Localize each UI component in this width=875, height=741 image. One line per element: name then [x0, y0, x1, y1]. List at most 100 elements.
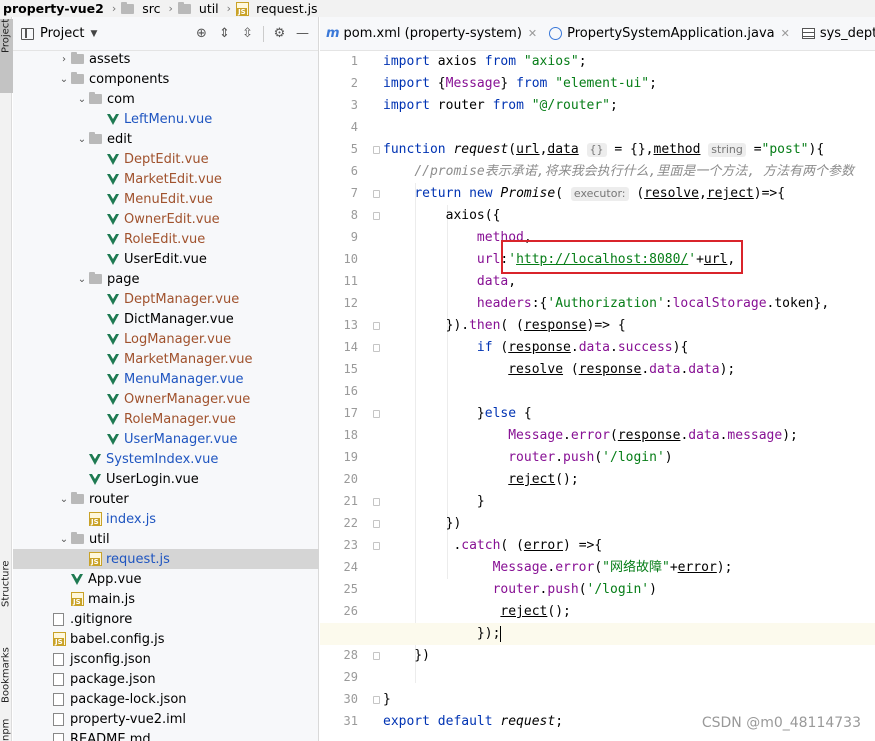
tree-item-logmanager-vue[interactable]: LogManager.vue — [13, 329, 319, 349]
close-icon[interactable]: ✕ — [528, 27, 537, 40]
tree-item-router[interactable]: ⌄ router — [13, 489, 319, 509]
tree-item-usermanager-vue[interactable]: UserManager.vue — [13, 429, 319, 449]
chevron-down-icon[interactable]: ⌄ — [57, 74, 71, 85]
fold-icon[interactable] — [373, 652, 380, 660]
tree-item-dictmanager-vue[interactable]: DictManager.vue — [13, 309, 319, 329]
tree-item-label: com — [107, 91, 135, 107]
breadcrumb-file[interactable]: request.js — [253, 1, 320, 16]
locate-icon[interactable]: ⊕ — [194, 26, 209, 41]
tree-item-deptedit-vue[interactable]: DeptEdit.vue — [13, 149, 319, 169]
tool-tab-project[interactable]: Project — [0, 19, 13, 93]
fold-icon[interactable] — [373, 322, 380, 330]
tree-item-menumanager-vue[interactable]: MenuManager.vue — [13, 369, 319, 389]
tree-item-index-js[interactable]: index.js — [13, 509, 319, 529]
tree-item-jsconfig-json[interactable]: jsconfig.json — [13, 649, 319, 669]
tree-item-leftmenu-vue[interactable]: LeftMenu.vue — [13, 109, 319, 129]
expand-all-icon[interactable]: ⇕ — [217, 26, 232, 41]
tree-item-main-js[interactable]: main.js — [13, 589, 319, 609]
fold-icon[interactable] — [373, 212, 380, 220]
chevron-down-icon[interactable]: ⌄ — [57, 534, 71, 545]
fold-icon[interactable] — [373, 498, 380, 506]
tree-item-label: property-vue2.iml — [70, 711, 186, 727]
chevron-down-icon[interactable]: ⌄ — [57, 494, 71, 505]
vue-file-icon — [107, 233, 119, 245]
tab-sys-dept[interactable]: sys_dept ✕ — [796, 17, 875, 50]
tree-item-label: OwnerEdit.vue — [124, 211, 220, 227]
tree-item-marketedit-vue[interactable]: MarketEdit.vue — [13, 169, 319, 189]
code-area[interactable]: import axios from "axios"; import {Messa… — [320, 51, 875, 741]
tree-item-app-vue[interactable]: App.vue — [13, 569, 319, 589]
tree-item-util[interactable]: ⌄ util — [13, 529, 319, 549]
code-editor[interactable]: 1 2 3 4 5 6 7 8 9 10 11 12 13 14 15 16 17 18 19 20 21 22 23 24 2… — [320, 51, 875, 741]
collapse-all-icon[interactable]: ⇳ — [240, 26, 255, 41]
tree-item-roleedit-vue[interactable]: RoleEdit.vue — [13, 229, 319, 249]
tree-item-rolemanager-vue[interactable]: RoleManager.vue — [13, 409, 319, 429]
fold-icon[interactable] — [373, 542, 380, 550]
tree-item-package-lock-json[interactable]: package-lock.json — [13, 689, 319, 709]
chevron-down-icon[interactable]: ⌄ — [75, 134, 89, 145]
breadcrumb-project[interactable]: property-vue2 — [0, 1, 107, 16]
chevron-right-icon[interactable]: › — [57, 54, 71, 65]
tool-tab-structure[interactable]: Structure — [0, 537, 13, 607]
vue-file-icon — [107, 173, 119, 185]
type-hint: {} — [586, 142, 607, 157]
tree-item-label: babel.config.js — [70, 631, 165, 647]
tree-item-gitignore[interactable]: .gitignore — [13, 609, 319, 629]
tree-item-edit[interactable]: ⌄ edit — [13, 129, 319, 149]
vue-file-icon — [107, 193, 119, 205]
tree-item-userlogin-vue[interactable]: UserLogin.vue — [13, 469, 319, 489]
tool-tab-npm[interactable]: npm — [0, 717, 13, 741]
line-number: 29 — [343, 670, 358, 684]
fold-icon[interactable] — [373, 696, 380, 704]
tree-item-label: DeptManager.vue — [124, 291, 240, 307]
chevron-down-icon[interactable]: ⌄ — [75, 94, 89, 105]
project-panel: Project ▼ ⊕ ⇕ ⇳ ⚙ — › assets ⌄ components ⌄ c… — [13, 17, 319, 741]
file-icon — [53, 712, 64, 726]
fold-icon[interactable] — [373, 344, 380, 352]
tree-item-com[interactable]: ⌄ com — [13, 89, 319, 109]
folder-icon — [177, 1, 191, 14]
tab-pom-xml[interactable]: m pom.xml (property-system) ✕ — [320, 17, 543, 50]
tree-item-label: README.md — [70, 731, 151, 741]
close-icon[interactable]: ✕ — [781, 27, 790, 40]
tab-property-system-application[interactable]: PropertySystemApplication.java ✕ — [543, 17, 796, 50]
tree-item-package-json[interactable]: package.json — [13, 669, 319, 689]
minimize-icon[interactable]: — — [295, 26, 310, 41]
tree-item-useredit-vue[interactable]: UserEdit.vue — [13, 249, 319, 269]
code-line-18: Message.error(response.data.message); — [508, 428, 798, 443]
tree-item-components[interactable]: ⌄ components — [13, 69, 319, 89]
breadcrumb-src[interactable]: src — [139, 1, 163, 16]
tree-item-request-js[interactable]: request.js — [13, 549, 319, 569]
tree-item-marketmanager-vue[interactable]: MarketManager.vue — [13, 349, 319, 369]
fold-icon[interactable] — [373, 520, 380, 528]
tree-item-property-vue2-iml[interactable]: property-vue2.iml — [13, 709, 319, 729]
chevron-down-icon[interactable]: ▼ — [90, 29, 97, 39]
line-number: 14 — [343, 340, 358, 354]
tree-item-label: assets — [89, 51, 131, 67]
tree-item-systemindex-vue[interactable]: SystemIndex.vue — [13, 449, 319, 469]
tree-item-assets[interactable]: › assets — [13, 49, 319, 69]
tree-item-label: index.js — [106, 511, 157, 527]
tree-item-menuedit-vue[interactable]: MenuEdit.vue — [13, 189, 319, 209]
chevron-down-icon[interactable]: ⌄ — [75, 274, 89, 285]
chevron-right-icon: › — [226, 2, 232, 15]
tree-item-deptmanager-vue[interactable]: DeptManager.vue — [13, 289, 319, 309]
tree-item-owneredit-vue[interactable]: OwnerEdit.vue — [13, 209, 319, 229]
tree-item-ownermanager-vue[interactable]: OwnerManager.vue — [13, 389, 319, 409]
gear-icon[interactable]: ⚙ — [272, 26, 287, 41]
fold-icon[interactable] — [373, 146, 380, 154]
fold-icon[interactable] — [373, 190, 380, 198]
tab-label: pom.xml (property-system) — [343, 26, 522, 41]
code-line-24: Message.error("网络故障"+error); — [492, 560, 733, 575]
tree-item-label: MenuEdit.vue — [124, 191, 213, 207]
breadcrumb-util[interactable]: util — [196, 1, 222, 16]
tree-item-babel-config-js[interactable]: babel.config.js — [13, 629, 319, 649]
tree-item-page[interactable]: ⌄ page — [13, 269, 319, 289]
fold-icon[interactable] — [373, 410, 380, 418]
tool-tab-bookmarks[interactable]: Bookmarks — [0, 625, 13, 703]
project-panel-title[interactable]: Project — [40, 26, 84, 41]
tree-item-readme-md[interactable]: README.md — [13, 729, 319, 741]
code-line-19: router.push('/login') — [508, 450, 673, 465]
tool-tab-bookmarks-label: Bookmarks — [0, 647, 12, 703]
code-line-3: import router from "@/router"; — [383, 98, 618, 113]
